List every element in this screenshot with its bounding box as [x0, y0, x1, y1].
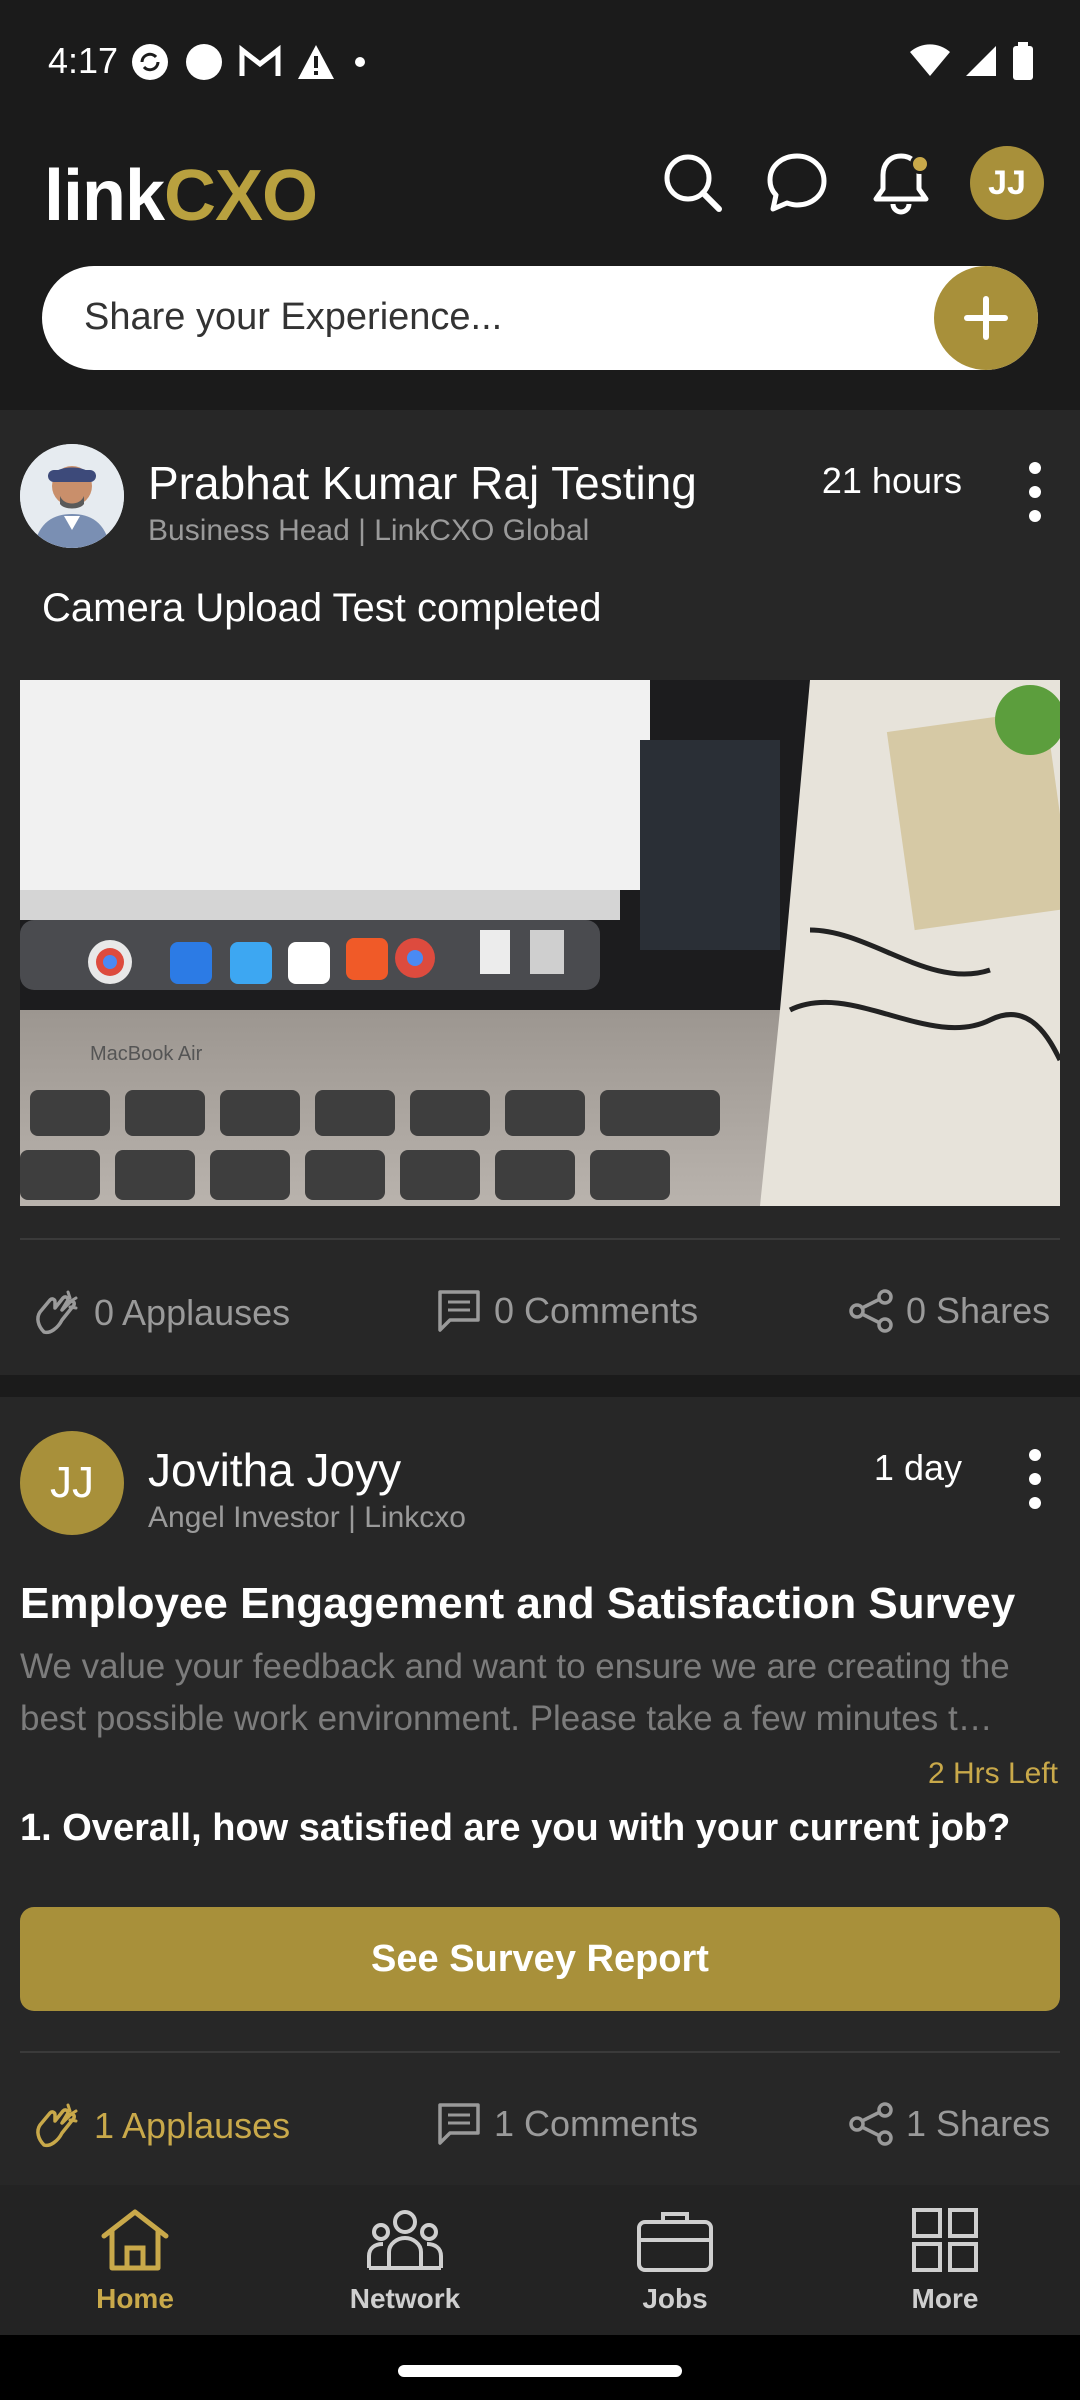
post-time: 1 day	[873, 1447, 962, 1488]
post-menu-button[interactable]	[1020, 462, 1050, 522]
network-icon	[367, 2210, 443, 2270]
feed[interactable]: Prabhat Kumar Raj Testing Business Head …	[0, 410, 1080, 2185]
survey-title: Employee Engagement and Satisfaction Sur…	[20, 1579, 1016, 1628]
nav-network-label: Network	[349, 2283, 461, 2314]
header-actions: JJ	[658, 146, 1044, 220]
author-name[interactable]: Jovitha Joyy	[148, 1443, 401, 1497]
share-button[interactable]: 1 Shares	[848, 2101, 1050, 2147]
briefcase-icon	[637, 2212, 713, 2272]
search-button[interactable]	[658, 148, 728, 218]
comment-button[interactable]: 1 Comments	[436, 2101, 698, 2147]
comment-icon	[438, 1290, 480, 1332]
see-survey-report-button[interactable]: See Survey Report	[20, 1907, 1060, 2011]
logo-text-link: link	[44, 156, 165, 236]
chat-icon	[767, 153, 827, 212]
svg-text:MacBook Air: MacBook Air	[90, 1043, 203, 1065]
warning-icon	[298, 45, 334, 79]
status-bar: 4:17	[0, 0, 1080, 130]
notification-dot	[910, 154, 930, 174]
chat-button[interactable]	[762, 148, 832, 218]
applause-count: 0 Applauses	[94, 1292, 291, 1333]
status-time: 4:17	[48, 40, 119, 81]
signal-icon	[966, 46, 996, 76]
circle-icon	[186, 44, 222, 80]
person-photo-icon	[20, 444, 124, 548]
comment-count: 0 Comments	[494, 1290, 699, 1331]
comment-count: 1 Comments	[494, 2103, 699, 2144]
home-gesture-bar[interactable]	[398, 2365, 682, 2377]
applause-button[interactable]: 0 Applauses	[32, 1288, 290, 1338]
nav-more-label: More	[911, 2283, 979, 2314]
applause-count: 1 Applauses	[94, 2105, 291, 2146]
home-icon	[101, 2209, 169, 2271]
gmail-icon	[239, 44, 281, 76]
nav-home-label: Home	[96, 2283, 174, 2314]
author-subtitle: Business Head | LinkCXO Global	[148, 514, 590, 547]
grid-icon	[912, 2208, 978, 2272]
laptop-photo-icon: MacBook Air	[20, 680, 1060, 1206]
card-separator	[0, 1375, 1080, 1397]
nav-jobs[interactable]: Jobs	[540, 2185, 810, 2335]
status-system-icons	[910, 42, 1034, 80]
status-notifications	[130, 42, 370, 82]
system-gesture-area	[0, 2335, 1080, 2400]
plus-icon	[964, 296, 1008, 340]
share-icon	[849, 2102, 893, 2146]
share-icon	[849, 1289, 893, 1333]
author-name[interactable]: Prabhat Kumar Raj Testing	[148, 456, 697, 510]
comment-button[interactable]: 0 Comments	[436, 1288, 698, 1334]
share-count: 1 Shares	[906, 2103, 1051, 2144]
post-divider	[20, 2051, 1060, 2053]
post-actions: 1 Applauses 1 Comments 1 Shares	[0, 2101, 1080, 2181]
app-header: link CXO JJ Share your Experience...	[0, 130, 1080, 410]
clap-icon	[36, 2103, 78, 2148]
author-avatar[interactable]: JJ	[20, 1431, 124, 1535]
author-subtitle: Angel Investor | Linkcxo	[148, 1501, 466, 1534]
nav-more[interactable]: More	[810, 2185, 1080, 2335]
post-actions: 0 Applauses 0 Comments 0 Shares	[0, 1288, 1080, 1368]
logo-text-cxo: CXO	[164, 156, 318, 236]
post-divider	[20, 1238, 1060, 1240]
add-post-button[interactable]	[934, 266, 1038, 370]
survey-question: 1. Overall, how satisfied are you with y…	[20, 1807, 1011, 1849]
survey-description: We value your feedback and want to ensur…	[20, 1647, 1010, 1738]
nav-jobs-label: Jobs	[642, 2283, 708, 2314]
battery-icon	[1013, 42, 1033, 80]
post-text: Camera Upload Test completed	[42, 586, 602, 630]
share-count: 0 Shares	[906, 1290, 1051, 1331]
comment-icon	[438, 2103, 480, 2145]
search-icon	[664, 154, 722, 212]
post-menu-button[interactable]	[1020, 1449, 1050, 1509]
applause-button[interactable]: 1 Applauses	[32, 2101, 290, 2151]
wifi-icon	[910, 44, 950, 76]
clap-icon	[36, 1290, 78, 1335]
share-placeholder: Share your Experience...	[84, 296, 503, 338]
share-button[interactable]: 0 Shares	[848, 1288, 1050, 1334]
post-time: 21 hours	[821, 460, 962, 501]
sync-icon	[132, 44, 168, 80]
post-image[interactable]: MacBook Air	[20, 680, 1060, 1206]
dot-icon	[355, 57, 365, 67]
nav-network[interactable]: Network	[270, 2185, 540, 2335]
nav-home[interactable]: Home	[0, 2185, 270, 2335]
bottom-navigation: Home Network Jobs More	[0, 2185, 1080, 2335]
survey-time-left: 2 Hrs Left	[927, 1757, 1058, 1790]
linkcxo-logo: link CXO	[44, 148, 318, 244]
post-card: Prabhat Kumar Raj Testing Business Head …	[0, 410, 1080, 1375]
author-avatar[interactable]	[20, 444, 124, 548]
notifications-button[interactable]	[866, 148, 936, 218]
share-experience-input[interactable]: Share your Experience...	[42, 266, 1038, 370]
profile-avatar[interactable]: JJ	[970, 146, 1044, 220]
survey-post-card: JJ Jovitha Joyy Angel Investor | Linkcxo…	[0, 1397, 1080, 2185]
